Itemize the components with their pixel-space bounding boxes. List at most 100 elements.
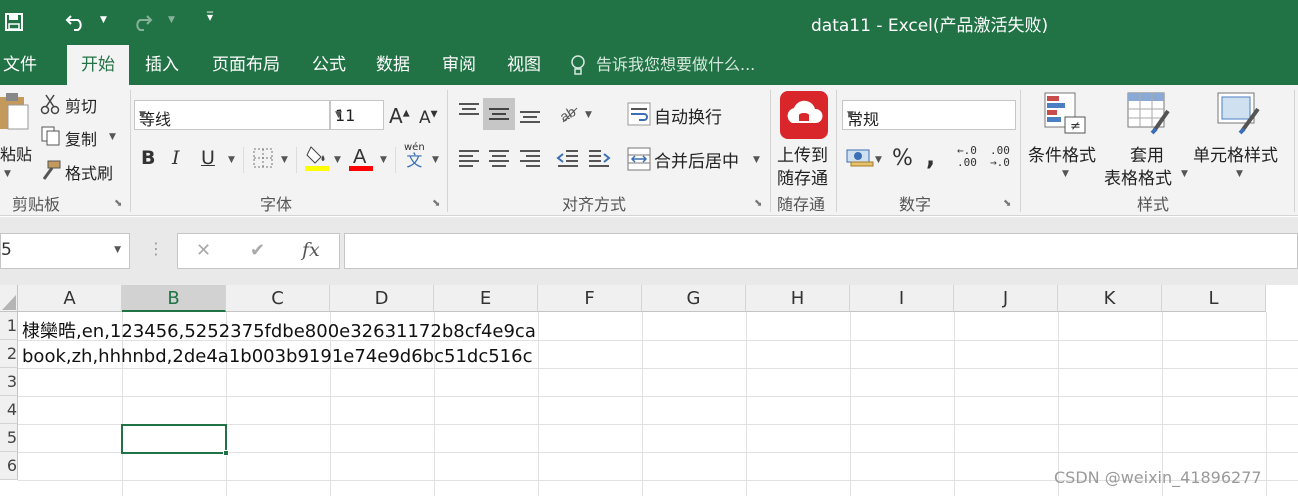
bold-button[interactable]: B bbox=[141, 147, 155, 169]
wrap-text-button[interactable]: 自动换行 bbox=[654, 103, 722, 128]
underline-button[interactable]: U bbox=[201, 147, 215, 169]
column-header-h[interactable]: H bbox=[746, 285, 850, 312]
borders-dropdown-icon[interactable]: ▼ bbox=[281, 155, 288, 165]
align-middle-icon[interactable] bbox=[483, 98, 515, 130]
tab-insert[interactable]: 插入 bbox=[137, 45, 187, 85]
cell-A2[interactable]: book,zh,hhhnbd,2de4a1b003b9191e74e9d6bc5… bbox=[22, 346, 532, 367]
conditional-formatting-button[interactable]: 条件格式 bbox=[1028, 141, 1096, 166]
column-header-l[interactable]: L bbox=[1162, 285, 1266, 312]
align-bottom-icon[interactable] bbox=[517, 100, 543, 130]
copy-button[interactable]: 复制 bbox=[65, 126, 97, 150]
align-center-icon[interactable] bbox=[486, 145, 512, 175]
fill-color-icon[interactable] bbox=[305, 143, 331, 175]
undo-dropdown-icon[interactable]: ▼ bbox=[100, 15, 107, 25]
conditional-dropdown-icon[interactable]: ▼ bbox=[1062, 169, 1069, 179]
grow-font-icon[interactable]: A▲ bbox=[389, 104, 410, 128]
decrease-decimal-button[interactable]: .00 →.0 bbox=[990, 145, 1010, 169]
tab-file[interactable]: 文件 bbox=[0, 45, 40, 85]
format-as-table-dropdown-icon[interactable]: ▼ bbox=[1181, 169, 1188, 179]
number-format-combo[interactable]: 常规 ▼ bbox=[842, 100, 1016, 130]
phonetic-dropdown-icon[interactable]: ▼ bbox=[432, 155, 439, 165]
cut-button[interactable]: 剪切 bbox=[65, 93, 97, 117]
tab-data[interactable]: 数据 bbox=[369, 45, 417, 85]
italic-button[interactable]: I bbox=[172, 147, 180, 169]
cloud-upload-icon[interactable] bbox=[780, 91, 828, 139]
font-color-icon[interactable]: A bbox=[349, 143, 375, 175]
cell-A1[interactable]: 棣欒晧,en,123456,5252375fdbe800e32631172b8c… bbox=[22, 317, 536, 343]
upload-line1[interactable]: 上传到 bbox=[777, 141, 828, 166]
tab-review[interactable]: 审阅 bbox=[435, 45, 483, 85]
currency-dropdown-icon[interactable]: ▼ bbox=[875, 155, 882, 165]
column-header-g[interactable]: G bbox=[642, 285, 746, 312]
column-header-d[interactable]: D bbox=[330, 285, 434, 312]
select-all-button[interactable] bbox=[0, 285, 18, 312]
customize-icon[interactable]: ▾̅ bbox=[207, 10, 213, 24]
row-header-1[interactable]: 1 bbox=[0, 312, 18, 340]
phonetic-button[interactable]: wén 文 bbox=[404, 143, 425, 169]
increase-indent-icon[interactable] bbox=[586, 145, 612, 175]
redo-dropdown-icon[interactable]: ▼ bbox=[168, 15, 175, 25]
format-as-table-line1[interactable]: 套用 bbox=[1130, 141, 1164, 166]
column-header-c[interactable]: C bbox=[226, 285, 330, 312]
cancel-icon[interactable]: ✕ bbox=[196, 240, 211, 261]
column-header-k[interactable]: K bbox=[1058, 285, 1162, 312]
tab-home[interactable]: 开始 bbox=[67, 45, 129, 85]
merge-center-button[interactable]: 合并后居中 bbox=[654, 147, 739, 172]
tab-page-layout[interactable]: 页面布局 bbox=[203, 45, 289, 85]
currency-icon[interactable] bbox=[846, 145, 874, 173]
percent-button[interactable]: % bbox=[892, 146, 913, 171]
fill-color-dropdown-icon[interactable]: ▼ bbox=[334, 155, 341, 165]
column-header-f[interactable]: F bbox=[538, 285, 642, 312]
undo-icon[interactable] bbox=[62, 8, 90, 36]
orientation-icon[interactable]: ab bbox=[557, 100, 583, 130]
enter-icon[interactable]: ✔ bbox=[250, 240, 265, 261]
decrease-indent-icon[interactable] bbox=[555, 145, 581, 175]
copy-dropdown-icon[interactable]: ▼ bbox=[109, 132, 116, 142]
font-name-combo[interactable]: 等线 ▼ bbox=[134, 100, 330, 130]
row-header-5[interactable]: 5 bbox=[0, 424, 18, 452]
column-header-a[interactable]: A bbox=[18, 285, 122, 312]
formula-input[interactable] bbox=[344, 233, 1298, 269]
column-header-b[interactable]: B bbox=[122, 285, 226, 312]
row-header-6[interactable]: 6 bbox=[0, 452, 18, 480]
comma-button[interactable]: , bbox=[926, 143, 935, 171]
tell-me-input[interactable]: 告诉我您想要做什么... bbox=[596, 45, 755, 85]
format-painter-button[interactable]: 格式刷 bbox=[65, 160, 113, 184]
clipboard-launcher-icon[interactable]: ⬊ bbox=[114, 198, 122, 209]
merge-dropdown-icon[interactable]: ▼ bbox=[753, 155, 760, 165]
font-launcher-icon[interactable]: ⬊ bbox=[432, 198, 440, 209]
formula-bar-grip-icon[interactable]: ⋮ bbox=[148, 239, 164, 258]
format-as-table-line2[interactable]: 表格格式 bbox=[1104, 164, 1172, 189]
column-header-e[interactable]: E bbox=[434, 285, 538, 312]
align-right-icon[interactable] bbox=[517, 145, 543, 175]
font-color-dropdown-icon[interactable]: ▼ bbox=[380, 155, 387, 165]
paste-dropdown-icon[interactable]: ▼ bbox=[4, 169, 11, 179]
paste-icon[interactable] bbox=[0, 91, 30, 139]
alignment-launcher-icon[interactable]: ⬊ bbox=[754, 198, 762, 209]
font-size-combo[interactable]: 11 ▼ bbox=[330, 100, 384, 130]
insert-function-icon[interactable]: fx bbox=[302, 239, 320, 261]
align-left-icon[interactable] bbox=[456, 145, 482, 175]
align-top-icon[interactable] bbox=[456, 100, 482, 130]
tab-view[interactable]: 视图 bbox=[500, 45, 548, 85]
paste-button[interactable]: 粘贴 bbox=[0, 141, 32, 165]
orientation-dropdown-icon[interactable]: ▼ bbox=[585, 110, 592, 120]
cell-styles-button[interactable]: 单元格样式 bbox=[1193, 141, 1278, 166]
redo-icon[interactable] bbox=[128, 8, 156, 36]
underline-dropdown-icon[interactable]: ▼ bbox=[228, 155, 235, 165]
save-icon[interactable] bbox=[0, 8, 28, 36]
shrink-font-icon[interactable]: A▼ bbox=[419, 108, 438, 128]
selected-cell[interactable] bbox=[121, 424, 229, 456]
upload-line2[interactable]: 随存通 bbox=[777, 164, 828, 189]
worksheet-grid[interactable]: ABCDEFGHIJKL 123456 棣欒晧,en,123456,525237… bbox=[0, 285, 1298, 496]
row-header-4[interactable]: 4 bbox=[0, 396, 18, 424]
name-box[interactable]: 5 ▼ bbox=[0, 233, 130, 269]
row-header-3[interactable]: 3 bbox=[0, 368, 18, 396]
column-header-j[interactable]: J bbox=[954, 285, 1058, 312]
number-launcher-icon[interactable]: ⬊ bbox=[1003, 198, 1011, 209]
tab-formulas[interactable]: 公式 bbox=[305, 45, 353, 85]
borders-icon[interactable] bbox=[252, 147, 274, 173]
column-header-i[interactable]: I bbox=[850, 285, 954, 312]
fill-handle[interactable] bbox=[223, 450, 229, 456]
row-header-2[interactable]: 2 bbox=[0, 340, 18, 368]
